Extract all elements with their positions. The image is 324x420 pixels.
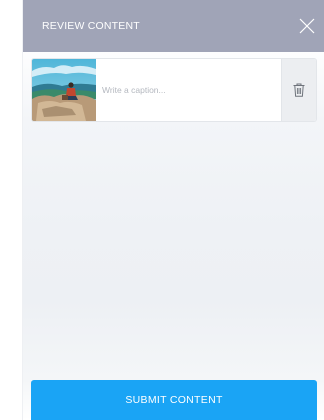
content-item-card <box>31 58 317 122</box>
submit-content-button[interactable]: SUBMIT CONTENT <box>31 380 317 420</box>
panel-header: REVIEW CONTENT <box>23 0 324 52</box>
delete-button[interactable] <box>281 59 316 121</box>
close-icon[interactable] <box>298 17 316 35</box>
panel-title: REVIEW CONTENT <box>42 20 140 32</box>
image-thumbnail[interactable] <box>32 59 96 121</box>
review-content-panel: REVIEW CONTENT Write a caption... SUBMIT… <box>22 0 324 420</box>
trash-icon <box>293 83 305 97</box>
caption-input[interactable] <box>102 66 282 114</box>
